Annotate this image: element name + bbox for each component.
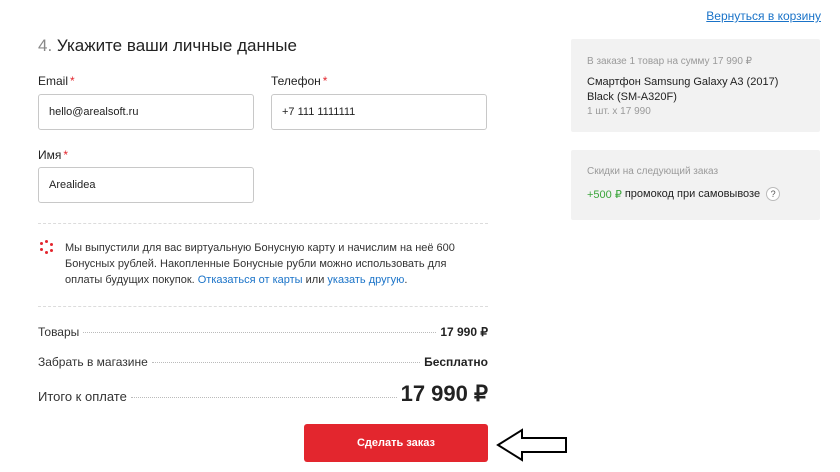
email-label-text: Email	[38, 74, 69, 88]
product-name: Смартфон Samsung Galaxy A3 (2017) Black …	[587, 76, 779, 103]
help-icon[interactable]: ?	[766, 187, 781, 201]
pointer-arrow-icon	[496, 428, 567, 462]
pickup-label: Забрать в магазине	[38, 355, 148, 369]
section-title-text: Укажите ваши личные данные	[56, 36, 297, 55]
required-mark: *	[63, 148, 69, 162]
phone-label: Телефон *	[271, 74, 327, 88]
name-field[interactable]	[38, 167, 254, 203]
place-order-button[interactable]: Сделать заказ	[304, 424, 488, 462]
order-summary-box: В заказе 1 товар на сумму 17 990 ₽ Смарт…	[571, 39, 820, 132]
promo-line: +500 ₽ промокод при самовывозе ?	[587, 187, 804, 201]
promo-amount: +500 ₽	[587, 188, 622, 201]
goods-row: Товары 17 990 ₽	[38, 325, 488, 339]
decline-card-link[interactable]: Отказаться от карты	[198, 274, 303, 286]
required-mark: *	[322, 74, 328, 88]
section-number: 4.	[38, 36, 53, 55]
pickup-row: Забрать в магазине Бесплатно	[38, 355, 488, 369]
phone-field[interactable]	[271, 94, 487, 130]
divider	[38, 223, 488, 224]
total-row: Итого к оплате 17 990 ₽	[38, 381, 488, 407]
bonus-end-text: .	[404, 274, 408, 286]
goods-label: Товары	[38, 325, 80, 339]
dotted-leader	[151, 362, 421, 363]
phone-label-text: Телефон	[271, 74, 321, 88]
discount-box: Скидки на следующий заказ +500 ₽ промоко…	[571, 150, 820, 220]
product-quantity: 1 шт. x 17 990	[587, 106, 651, 117]
name-label: Имя *	[38, 148, 68, 162]
bonus-notice: Мы выпустили для вас виртуальную Бонусну…	[65, 240, 485, 288]
total-label: Итого к оплате	[38, 389, 127, 404]
bonus-or-text: или	[305, 274, 325, 286]
email-label: Email *	[38, 74, 75, 88]
email-field[interactable]	[38, 94, 254, 130]
name-label-text: Имя	[38, 148, 62, 162]
dotted-leader	[130, 397, 397, 398]
promo-text: промокод при самовывозе	[624, 188, 761, 200]
dotted-leader	[83, 332, 437, 333]
total-value: 17 990 ₽	[400, 381, 488, 406]
divider	[38, 306, 488, 307]
section-title: 4. Укажите ваши личные данные	[38, 36, 297, 56]
required-mark: *	[70, 74, 75, 88]
goods-value: 17 990 ₽	[440, 325, 488, 339]
bonus-card-icon	[40, 240, 54, 254]
pickup-value: Бесплатно	[424, 355, 488, 369]
other-card-link[interactable]: указать другую	[327, 274, 404, 286]
order-summary-text: В заказе 1 товар на сумму 17 990 ₽	[587, 56, 753, 67]
discount-title: Скидки на следующий заказ	[587, 166, 719, 177]
back-to-cart-link[interactable]: Вернуться в корзину	[706, 9, 821, 23]
